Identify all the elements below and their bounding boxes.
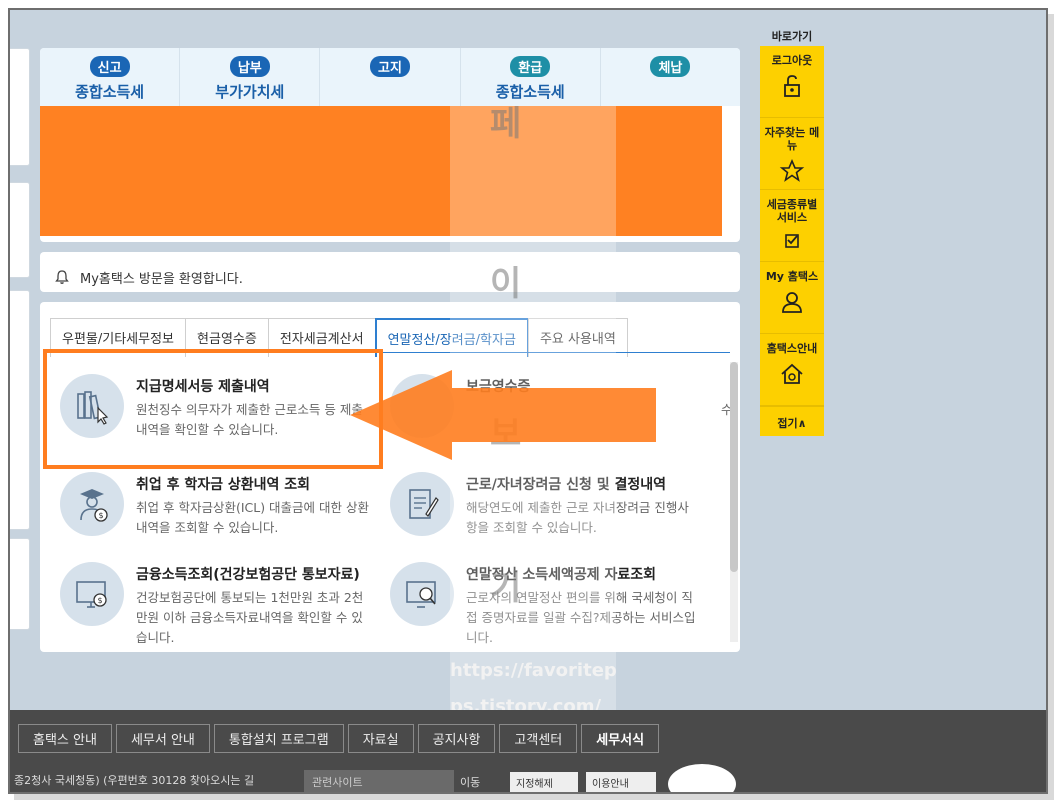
footer: 홈택스 안내 세무서 안내 통합설치 프로그램 자료실 공지사항 고객센터 세무… (10, 710, 1046, 792)
house-icon (781, 363, 803, 384)
footer-link[interactable]: 공지사항 (417, 724, 496, 753)
welcome-text: My홈택스 방문을 환영합니다. (80, 271, 243, 287)
footer-link[interactable]: 홈택스 안내 (18, 724, 112, 753)
related-sites-select[interactable]: 관련사이트 (304, 770, 454, 792)
footer-link[interactable]: 자료실 (347, 724, 414, 753)
svg-text:$: $ (98, 596, 103, 605)
footer-link[interactable]: 세무서식 (581, 724, 660, 753)
footer-link[interactable]: 세무서 안내 (115, 724, 210, 753)
quick-fold-button[interactable]: 접기∧ (760, 406, 824, 436)
quick-favorites[interactable]: 자주찾는 메뉴 (760, 118, 824, 190)
footer-button[interactable]: 이용안내 (586, 772, 656, 792)
quick-tax-services[interactable]: 세금종류별 서비스 (760, 190, 824, 262)
quick-label: 홈택스안내 (766, 342, 818, 355)
footer-button[interactable]: 지정해제 (510, 772, 578, 792)
badge-pay: 납부 (229, 56, 270, 77)
quick-label: 세금종류별 서비스 (766, 198, 818, 224)
badge-arrears: 체납 (650, 56, 691, 77)
badge-notice: 고지 (370, 56, 410, 77)
left-card-2 (10, 182, 30, 278)
footer-link[interactable]: 통합설치 프로그램 (213, 724, 344, 753)
tax-name: 종합소득세 (495, 83, 565, 101)
item-title: 금융소득조회(건강보험공단 통보자료) (136, 567, 360, 583)
quick-my-hometax[interactable]: My 홈택스 (760, 262, 824, 334)
item-desc: 건강보험공단에 통보되는 1천만원 초과 2천만원 이하 금융소득자료내역을 확… (136, 590, 364, 645)
panel-scrollbar[interactable] (730, 362, 738, 642)
tax-tab-refund[interactable]: 환급 종합소득세 (461, 48, 601, 106)
monitor-search-icon (390, 562, 454, 626)
watermark-char: 기 (490, 568, 522, 608)
go-button[interactable]: 이동 (460, 774, 480, 790)
bell-icon (55, 270, 69, 284)
redaction-box (40, 106, 722, 236)
footer-address: 종2청사 국세청동) (우편번호 30128 찾아오시는 길 (14, 774, 255, 787)
welcome-bar: My홈택스 방문을 환영합니다. (40, 252, 740, 292)
service-item-student-loan[interactable]: $ 취업 후 학자금 상환내역 조회 취업 후 학자금상환(ICL) 대출금에 … (60, 472, 370, 538)
highlight-box (43, 349, 383, 469)
badge-refund: 환급 (510, 56, 551, 77)
tax-name: 종합소득세 (75, 83, 145, 101)
quick-guide[interactable]: 홈택스안내 (760, 334, 824, 406)
user-icon (782, 292, 802, 313)
checkbox-icon (785, 234, 799, 248)
browser-viewport: 신고 종합소득세 납부 부가가치세 고지 환급 종합소득세 체납 My홈택스 방… (8, 8, 1048, 794)
arrow-left-icon (350, 370, 656, 460)
tax-tabs: 신고 종합소득세 납부 부가가치세 고지 환급 종합소득세 체납 (40, 48, 740, 106)
quick-menu: 바로가기 로그아웃 자주찾는 메뉴 세금종류별 서비스 My 홈택스 홈택스안내… (760, 28, 824, 436)
tax-tab-notice[interactable]: 고지 (320, 48, 461, 106)
left-card-4 (10, 538, 30, 630)
tax-tab-report[interactable]: 신고 종합소득세 (40, 48, 181, 106)
tax-tab-pay[interactable]: 납부 부가가치세 (180, 48, 321, 106)
graduate-icon: $ (60, 472, 124, 536)
watermark-url: https://favoritep (450, 660, 617, 681)
left-card-1 (10, 48, 30, 166)
service-item-financial-income[interactable]: $ 금융소득조회(건강보험공단 통보자료) 건강보험공단에 통보되는 1천만원 … (60, 562, 370, 648)
watermark-char: 이 (490, 264, 522, 304)
quick-label: My 홈택스 (765, 270, 819, 283)
tax-name: 부가가치세 (215, 83, 285, 101)
lock-open-icon (784, 75, 800, 97)
quick-label: 자주찾는 메뉴 (764, 126, 820, 152)
badge-report: 신고 (89, 56, 130, 77)
document-pen-icon (390, 472, 454, 536)
scrollbar-thumb[interactable] (730, 362, 738, 572)
quick-logout[interactable]: 로그아웃 (760, 46, 824, 118)
item-desc: 취업 후 학자금상환(ICL) 대출금에 대한 상환내역을 조회할 수 있습니다… (136, 500, 369, 535)
svg-text:$: $ (99, 511, 104, 520)
tax-tab-arrears[interactable]: 체납 (601, 48, 740, 106)
tax-type-card: 신고 종합소득세 납부 부가가치세 고지 환급 종합소득세 체납 (40, 48, 740, 242)
wa-certification-badge (668, 764, 736, 792)
quick-menu-title: 바로가기 (771, 30, 813, 43)
quick-label: 로그아웃 (771, 54, 813, 67)
footer-link[interactable]: 고객센터 (499, 724, 578, 753)
footer-nav: 홈택스 안내 세무서 안내 통합설치 프로그램 자료실 공지사항 고객센터 세무… (18, 724, 660, 753)
left-card-3 (10, 290, 30, 530)
item-title: 취업 후 학자금 상환내역 조회 (136, 477, 311, 493)
star-icon (779, 158, 805, 182)
monitor-coin-icon: $ (60, 562, 124, 626)
watermark-char: 페 (490, 104, 522, 144)
